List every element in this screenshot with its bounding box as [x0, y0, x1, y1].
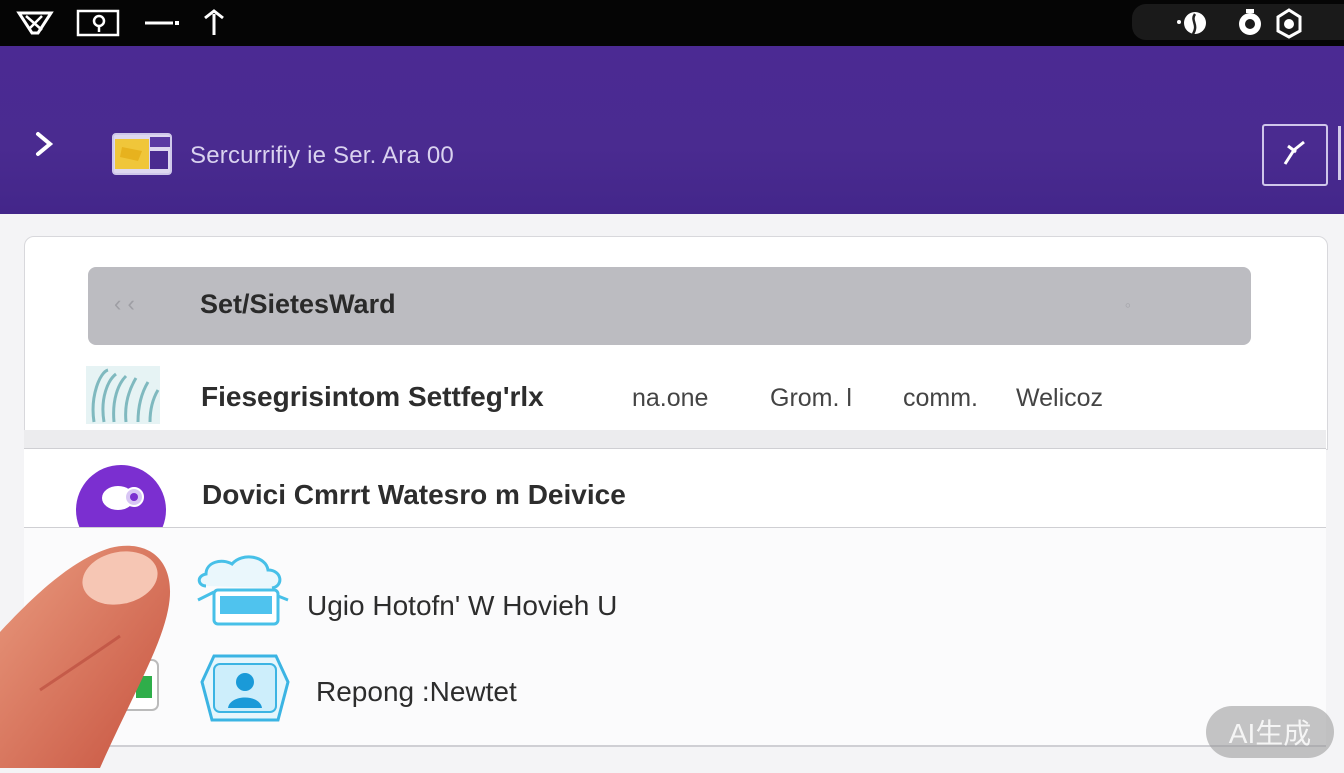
list-item-label: Dovici Cmrrt Watesro m Deivice	[202, 479, 626, 510]
ai-generated-watermark: AI生成	[1206, 706, 1334, 758]
list-item-extra: na.one	[632, 384, 709, 412]
list-item-device[interactable]: Dovici Cmrrt Watesro m Deivice	[24, 448, 1326, 528]
search-label: Set/SietesWard	[200, 289, 396, 319]
search-clear-icon[interactable]: ◦	[1125, 295, 1131, 316]
scroll-edge-indicator	[1338, 126, 1341, 180]
user-profile-icon	[200, 652, 290, 724]
pencil-icon	[1280, 138, 1310, 173]
list-item-extra: Grom. l	[770, 384, 852, 412]
section-divider	[24, 430, 1326, 448]
finger-pointer-image	[0, 540, 180, 768]
list-item-extra: Welicoz	[1016, 384, 1104, 412]
security-card-icon	[112, 133, 172, 175]
settings-icon	[1272, 6, 1306, 40]
cloud-device-icon	[192, 552, 290, 628]
bottom-divider	[24, 745, 1326, 747]
app-bar: Sercurrifiy ie Ser. Ara 00	[0, 46, 1344, 214]
upload-arrow-icon	[198, 6, 230, 40]
status-indicators	[1132, 4, 1344, 40]
fingerprint-icon	[86, 366, 160, 424]
device-chat-icon	[76, 465, 166, 527]
list-item-label: Repong :Newtet	[316, 676, 517, 707]
list-item-label: Ugio Hotofn' W Hovieh U	[307, 590, 618, 621]
nav-arrows-icon: ‹ ‹	[114, 291, 135, 316]
alarm-icon	[1232, 6, 1268, 40]
page-title: Sercurrifiy ie Ser. Ara 00	[190, 142, 454, 169]
search-bar[interactable]: ‹ ‹ Set/SietesWard ◦	[88, 267, 1251, 345]
list-item-extra: comm.	[903, 384, 978, 412]
location-icon	[74, 6, 122, 40]
edit-button[interactable]	[1262, 124, 1328, 186]
chevron-right-icon[interactable]	[30, 130, 58, 158]
flame-icon	[1172, 6, 1208, 40]
network-icon	[14, 6, 56, 40]
list-item-label: Fiesegrisintom Settfeg'rlx	[201, 381, 544, 412]
minus-icon	[140, 6, 184, 40]
status-bar	[0, 0, 1344, 46]
